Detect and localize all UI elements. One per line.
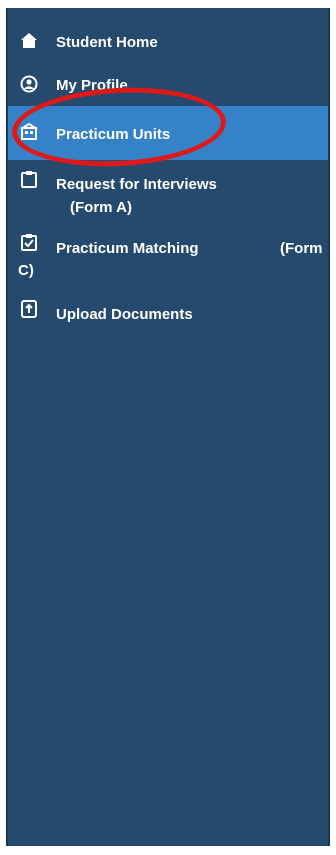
sidebar-item-label: Student Home (56, 34, 158, 51)
sidebar-item-label: Practicum Units (56, 126, 171, 143)
sidebar-item-label-tail: (Form (280, 240, 323, 257)
upload-icon (20, 300, 38, 318)
sidebar-item-my-profile[interactable]: My Profile (8, 75, 328, 103)
sidebar-item-label: Upload Documents (56, 306, 193, 323)
sidebar-item-request-for-interviews[interactable]: Request for Interviews (Form A) (8, 170, 328, 222)
home-icon (20, 32, 38, 50)
sidebar-item-practicum-matching[interactable]: Practicum Matching (Form C) (8, 233, 328, 281)
clipboard-icon (20, 170, 38, 188)
sidebar-item-upload-documents[interactable]: Upload Documents (8, 298, 328, 324)
sidebar-nav: Student Home My Profile Practicum Units (6, 8, 330, 846)
sidebar-item-label-line2: C) (18, 262, 34, 279)
profile-icon (20, 75, 38, 93)
sidebar-item-label: My Profile (56, 77, 128, 94)
sidebar-item-student-home[interactable]: Student Home (8, 32, 328, 58)
sidebar-item-practicum-units[interactable]: Practicum Units (8, 106, 328, 160)
sidebar-item-label: Request for Interviews (56, 176, 217, 193)
sidebar-item-label-line2: (Form A) (70, 199, 132, 216)
sidebar-item-label: Practicum Matching (56, 240, 199, 257)
clipboard-check-icon (20, 233, 38, 251)
practicum-units-icon (20, 123, 38, 141)
